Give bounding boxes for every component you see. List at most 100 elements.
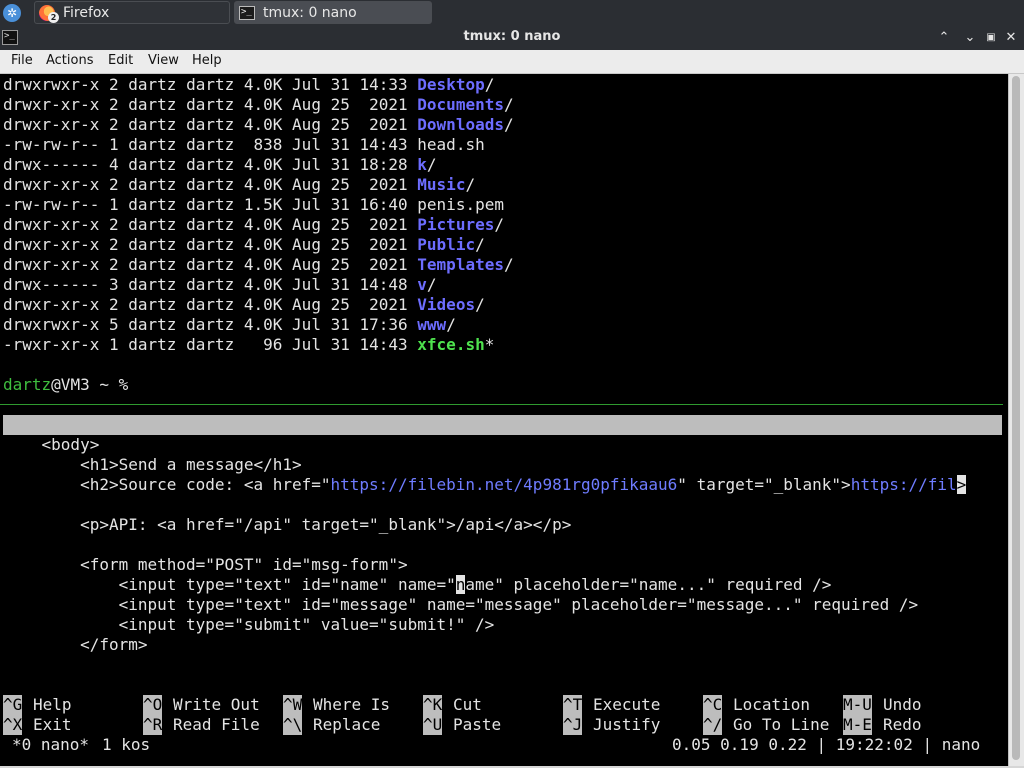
file-date: Jul 31 18:28 <box>292 155 408 174</box>
editor-line[interactable]: <h2>Source code: <a href="https://filebi… <box>3 475 967 495</box>
tmux-session-name: 1 kos <box>102 735 151 754</box>
ls-row: drwxr-xr-x 2 dartz dartz 4.0K Aug 25 202… <box>3 95 514 115</box>
editor-line[interactable]: <input type="text" id="name" name="name"… <box>3 575 831 595</box>
file-date: Jul 31 14:33 <box>292 75 408 94</box>
minimize-icon[interactable]: ⌄ <box>961 29 979 47</box>
file-group: dartz <box>186 315 235 334</box>
file-owner: dartz <box>128 255 177 274</box>
terminal-icon: >_ <box>239 5 255 21</box>
file-type-suffix: * <box>484 335 495 354</box>
nano-titlebar: GNU nano 6.2 src/www/templates/index.j2 … <box>3 415 1002 474</box>
file-group: dartz <box>186 135 235 154</box>
menu-view[interactable]: View <box>148 53 179 68</box>
file-type-suffix: / <box>446 315 456 334</box>
file-date: Jul 31 16:40 <box>292 195 408 214</box>
text-cursor: n <box>455 575 466 594</box>
editor-line[interactable]: <input type="text" id="message" name="me… <box>3 595 919 615</box>
file-size: 4.0K <box>243 275 283 294</box>
line-truncation-marker: > <box>956 475 967 494</box>
menu-file[interactable]: File <box>11 53 33 68</box>
file-group: dartz <box>186 95 235 114</box>
editor-line[interactable]: </form> <box>3 635 147 655</box>
menu-actions[interactable]: Actions <box>46 53 94 68</box>
taskbar-item-tmux[interactable]: >_ tmux: 0 nano <box>234 1 432 24</box>
file-perms: -rw-rw-r-- <box>3 135 100 154</box>
editor-line[interactable]: <h1>Send a message</h1> <box>3 455 302 475</box>
shortcut-label: Location <box>733 695 811 714</box>
shortcut-label: Read File <box>173 715 260 734</box>
shortcut-label: Go To Line <box>733 715 830 734</box>
file-date: Jul 31 14:48 <box>292 275 408 294</box>
code-text: " target="_blank"> <box>677 475 851 494</box>
shortcut-label: Write Out <box>173 695 260 714</box>
shortcut-key: ^C <box>703 695 723 715</box>
file-owner: dartz <box>128 195 177 214</box>
shortcut-key: ^G <box>3 695 23 715</box>
file-size: 4.0K <box>243 175 283 194</box>
file-type-suffix: / <box>426 275 437 294</box>
file-size: 838 <box>243 135 283 154</box>
maximize-icon[interactable]: ⌃ <box>935 29 953 47</box>
editor-line[interactable]: <body> <box>3 435 100 455</box>
file-name: Downloads <box>417 115 504 134</box>
menu-help[interactable]: Help <box>192 53 222 68</box>
shortcut-label: Execute <box>593 695 661 714</box>
file-perms: drwxr-xr-x <box>3 295 100 314</box>
file-type-suffix: / <box>494 215 504 234</box>
shortcut-label: Help <box>33 695 72 714</box>
taskbar: ✲ 2 Firefox >_ tmux: 0 nano <box>0 0 1024 26</box>
ls-row: -rw-rw-r-- 1 dartz dartz 838 Jul 31 14:4… <box>3 135 485 155</box>
file-perms: -rwxr-xr-x <box>3 335 100 354</box>
taskbar-item-firefox[interactable]: 2 Firefox <box>34 1 230 24</box>
shortcut-key: ^J <box>563 715 583 735</box>
shortcut-key: M-E <box>843 715 872 735</box>
file-perms: drwx------ <box>3 155 100 174</box>
file-owner: dartz <box>128 315 177 334</box>
editor-line[interactable]: <p>API: <a href="/api" target="_blank">/… <box>3 515 571 535</box>
file-date: Aug 25 2021 <box>292 115 408 134</box>
ls-row: drwx------ 4 dartz dartz 4.0K Jul 31 18:… <box>3 155 437 175</box>
file-size: 1.5K <box>243 195 283 214</box>
editor-line[interactable]: <form method="POST" id="msg-form"> <box>3 555 408 575</box>
file-perms: drwxr-xr-x <box>3 215 100 234</box>
terminal-scrollbar[interactable] <box>1008 74 1024 766</box>
window-title: tmux: 0 nano <box>463 29 561 44</box>
file-date: Jul 31 17:36 <box>292 315 408 334</box>
tmux-window-indicator[interactable]: *0 nano* <box>12 735 89 755</box>
file-owner: dartz <box>128 95 177 114</box>
menu-edit[interactable]: Edit <box>108 53 133 68</box>
file-owner: dartz <box>128 275 177 294</box>
scrollbar-thumb[interactable] <box>1012 76 1020 760</box>
pane-separator[interactable] <box>0 404 1003 405</box>
file-type-suffix: / <box>475 235 485 254</box>
code-url: https://fil <box>850 475 957 494</box>
shortcut-key: ^O <box>143 695 163 715</box>
file-links: 2 <box>108 75 119 94</box>
file-group: dartz <box>186 235 235 254</box>
file-perms: -rw-rw-r-- <box>3 195 100 214</box>
window-titlebar[interactable]: >_ tmux: 0 nano ⌃ ⌄ ▣ ✕ <box>0 26 1024 50</box>
file-size: 4.0K <box>243 215 283 234</box>
file-links: 2 <box>108 295 119 314</box>
editor-line[interactable]: <input type="submit" value="submit!" /> <box>3 615 495 635</box>
file-size: 4.0K <box>243 315 283 334</box>
terminal-area[interactable]: drwxrwxr-x 2 dartz dartz 4.0K Jul 31 14:… <box>0 74 1008 766</box>
file-size: 4.0K <box>243 295 283 314</box>
file-owner: dartz <box>128 115 177 134</box>
prompt-host: @VM3 ~ % <box>51 375 129 394</box>
shortcut-key: ^K <box>423 695 443 715</box>
file-links: 1 <box>108 195 119 214</box>
file-links: 2 <box>108 95 119 114</box>
close-icon[interactable]: ✕ <box>1002 29 1020 47</box>
file-perms: drwxr-xr-x <box>3 95 100 114</box>
shortcut-key: ^\ <box>283 715 303 735</box>
file-name: Public <box>417 235 476 254</box>
file-links: 2 <box>108 175 119 194</box>
ls-row: drwx------ 3 dartz dartz 4.0K Jul 31 14:… <box>3 275 437 295</box>
ls-row: -rwxr-xr-x 1 dartz dartz 96 Jul 31 14:43… <box>3 335 494 355</box>
code-url: https://filebin.net/4p981rg0pfikaau6 <box>330 475 678 494</box>
file-name: xfce.sh <box>417 335 485 354</box>
file-type-suffix: / <box>503 255 514 274</box>
whisker-menu-icon[interactable]: ✲ <box>3 4 21 22</box>
restore-icon[interactable]: ▣ <box>982 29 1000 47</box>
